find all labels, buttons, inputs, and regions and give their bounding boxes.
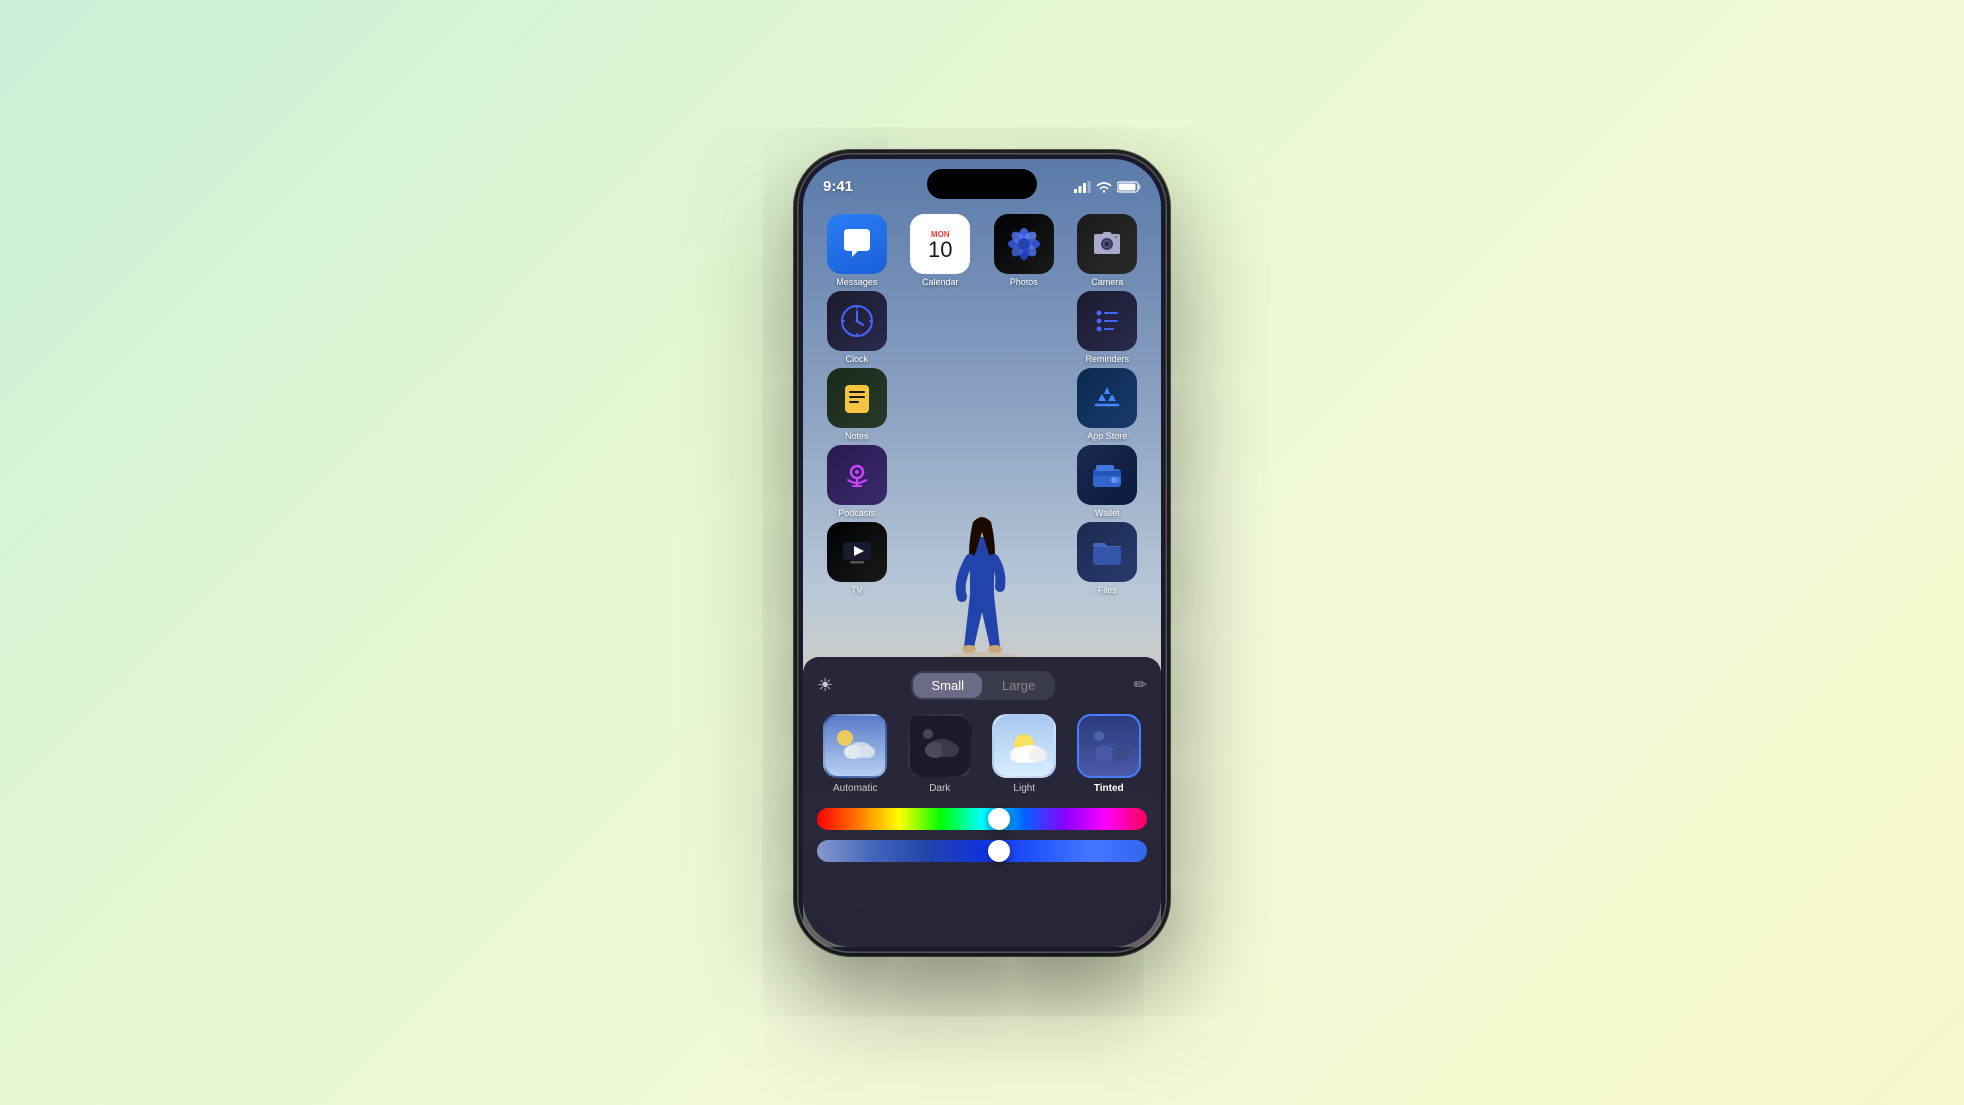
theme-options: Automatic Dark	[817, 714, 1147, 794]
size-large-button[interactable]: Large	[984, 673, 1053, 698]
theme-icon-automatic[interactable]	[823, 714, 887, 778]
app-row-5: TV Files	[817, 522, 1147, 595]
photos-label: Photos	[1010, 277, 1038, 287]
theme-label-automatic: Automatic	[833, 783, 877, 794]
reminders-label: Reminders	[1085, 354, 1129, 364]
theme-label-tinted: Tinted	[1094, 783, 1124, 794]
theme-icon-tinted[interactable]	[1077, 714, 1141, 778]
color-slider-rainbow-wrap	[817, 808, 1147, 830]
files-icon[interactable]	[1077, 522, 1137, 582]
icon-style-row: ☀ Small Large ✏	[817, 671, 1147, 700]
app-item-photos[interactable]: Photos	[984, 214, 1064, 287]
app-item-empty3	[901, 368, 981, 441]
battery-icon	[1117, 181, 1141, 193]
clock-icon[interactable]	[827, 291, 887, 351]
messages-icon[interactable]	[827, 214, 887, 274]
wifi-icon	[1096, 181, 1112, 193]
calendar-icon[interactable]: MON 10	[910, 214, 970, 274]
status-icons	[1074, 181, 1141, 193]
phone-frame: 9:41	[797, 153, 1167, 953]
app-grid: Messages MON 10 Calendar	[817, 214, 1147, 599]
wallet-label: Wallet	[1095, 508, 1120, 518]
dynamic-island	[927, 169, 1037, 199]
app-item-appstore[interactable]: App Store	[1068, 368, 1148, 441]
appstore-icon[interactable]	[1077, 368, 1137, 428]
app-item-camera[interactable]: Camera	[1068, 214, 1148, 287]
files-label: Files	[1098, 585, 1117, 595]
pencil-icon[interactable]: ✏	[1134, 675, 1147, 695]
brightness-icon: ☀	[817, 675, 833, 696]
color-slider-blue-wrap	[817, 840, 1147, 862]
app-row-2: Clock	[817, 291, 1147, 364]
theme-option-dark[interactable]: Dark	[902, 714, 979, 794]
app-row-3: Notes	[817, 368, 1147, 441]
app-item-reminders[interactable]: Reminders	[1068, 291, 1148, 364]
bottom-panel: ☀ Small Large ✏	[803, 657, 1161, 947]
cal-day: 10	[928, 239, 952, 261]
app-item-empty1	[901, 291, 981, 364]
podcasts-label: Podcasts	[838, 508, 875, 518]
app-item-empty2	[984, 291, 1064, 364]
signal-icon	[1074, 181, 1091, 193]
rainbow-slider-knob[interactable]	[988, 808, 1010, 830]
theme-icon-dark[interactable]	[908, 714, 972, 778]
app-item-calendar[interactable]: MON 10 Calendar	[901, 214, 981, 287]
wallet-icon[interactable]	[1077, 445, 1137, 505]
app-item-clock[interactable]: Clock	[817, 291, 897, 364]
color-slider-rainbow[interactable]	[817, 808, 1147, 830]
phone-screen: 9:41	[803, 159, 1161, 947]
podcasts-icon[interactable]	[827, 445, 887, 505]
app-item-wallet[interactable]: Wallet	[1068, 445, 1148, 518]
app-item-podcasts[interactable]: Podcasts	[817, 445, 897, 518]
theme-option-tinted[interactable]: Tinted	[1071, 714, 1148, 794]
theme-label-light: Light	[1013, 783, 1035, 794]
clock-label: Clock	[845, 354, 868, 364]
app-item-empty7	[901, 522, 981, 595]
camera-label: Camera	[1091, 277, 1123, 287]
app-item-empty8	[984, 522, 1064, 595]
app-item-messages[interactable]: Messages	[817, 214, 897, 287]
theme-label-dark: Dark	[929, 783, 950, 794]
color-slider-blue[interactable]	[817, 840, 1147, 862]
theme-icon-light[interactable]	[992, 714, 1056, 778]
reminders-icon[interactable]	[1077, 291, 1137, 351]
app-item-notes[interactable]: Notes	[817, 368, 897, 441]
theme-option-light[interactable]: Light	[986, 714, 1063, 794]
photos-icon[interactable]	[994, 214, 1054, 274]
calendar-label: Calendar	[922, 277, 959, 287]
app-item-tv[interactable]: TV	[817, 522, 897, 595]
tv-label: TV	[851, 585, 863, 595]
app-row-4: Podcasts	[817, 445, 1147, 518]
appstore-label: App Store	[1087, 431, 1127, 441]
theme-option-automatic[interactable]: Automatic	[817, 714, 894, 794]
app-item-empty6	[984, 445, 1064, 518]
camera-icon[interactable]	[1077, 214, 1137, 274]
app-item-empty4	[984, 368, 1064, 441]
notes-label: Notes	[845, 431, 869, 441]
app-item-empty5	[901, 445, 981, 518]
size-small-button[interactable]: Small	[913, 673, 982, 698]
status-time: 9:41	[823, 178, 853, 195]
messages-label: Messages	[836, 277, 877, 287]
app-row-1: Messages MON 10 Calendar	[817, 214, 1147, 287]
tv-icon[interactable]	[827, 522, 887, 582]
size-toggle[interactable]: Small Large	[911, 671, 1055, 700]
notes-icon[interactable]	[827, 368, 887, 428]
app-item-files[interactable]: Files	[1068, 522, 1148, 595]
blue-slider-knob[interactable]	[988, 840, 1010, 862]
